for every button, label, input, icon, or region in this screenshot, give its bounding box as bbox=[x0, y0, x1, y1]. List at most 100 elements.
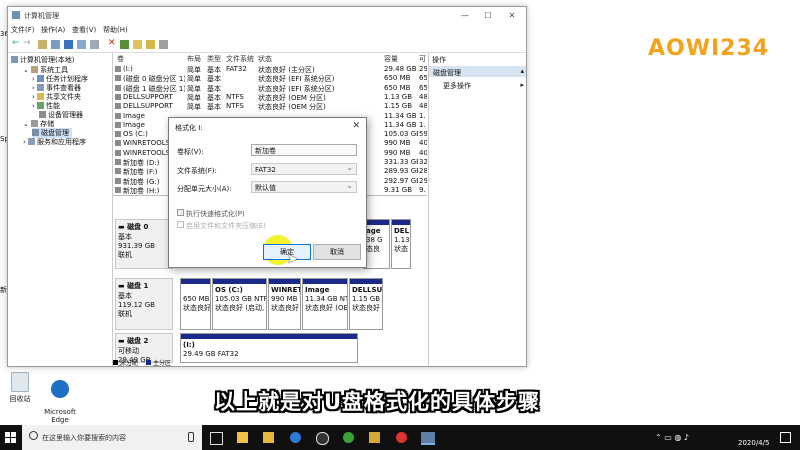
allocation-size-select[interactable]: 默认值 bbox=[251, 180, 357, 193]
folder-icon[interactable] bbox=[133, 40, 142, 49]
quick-format-checkbox[interactable]: 执行快速格式化(P) bbox=[177, 209, 245, 219]
help-icon[interactable] bbox=[64, 40, 73, 49]
file-system-select[interactable]: FAT32 bbox=[251, 162, 357, 175]
computer-management-taskbar-icon[interactable] bbox=[421, 432, 435, 445]
task-view-icon[interactable] bbox=[210, 432, 223, 445]
dialog-close-icon[interactable]: ✕ bbox=[352, 121, 360, 131]
tray-date[interactable]: 2020/4/5 bbox=[738, 439, 769, 447]
partition-line: 状态良好 bbox=[352, 304, 380, 312]
edge-taskbar-icon[interactable] bbox=[290, 432, 301, 443]
delete-icon[interactable]: ✕ bbox=[108, 38, 117, 48]
tools-icon bbox=[31, 66, 39, 73]
start-button[interactable] bbox=[5, 432, 16, 443]
menu-view[interactable]: 查看(V) bbox=[72, 25, 96, 35]
maximize-button[interactable]: ☐ bbox=[478, 10, 498, 21]
360-icon[interactable] bbox=[343, 432, 354, 443]
back-icon[interactable]: ← bbox=[12, 38, 21, 48]
properties-icon[interactable] bbox=[51, 40, 60, 49]
store-icon[interactable] bbox=[237, 432, 248, 443]
volume-cell-cap: 650 MB bbox=[384, 74, 411, 83]
volume-cell-free: 28 bbox=[419, 167, 427, 176]
more-actions[interactable]: 更多操作 ▸ bbox=[443, 81, 526, 91]
col-header-capacity[interactable]: 容量 bbox=[384, 54, 398, 64]
forward-icon[interactable]: → bbox=[23, 38, 32, 48]
disk-1-partition-efi[interactable]: 650 MB 状态良好 bbox=[180, 278, 211, 330]
disk-0-partition[interactable]: DEL 1.13 状态 bbox=[391, 219, 411, 269]
disk-0-label[interactable]: ▬ 磁盘 0 基本 931.39 GB 联机 bbox=[115, 219, 173, 269]
col-header-free[interactable]: 可 bbox=[419, 54, 426, 64]
col-header-fs[interactable]: 文件系统 bbox=[226, 54, 254, 64]
tree-item[interactable]: › 服务和应用程序 bbox=[23, 137, 86, 147]
window-title: 计算机管理 bbox=[24, 12, 59, 20]
drive-icon bbox=[115, 131, 121, 138]
drive-icon bbox=[115, 177, 121, 184]
record-icon[interactable] bbox=[396, 432, 407, 443]
disk-0-partition[interactable]: age 38 G 态良 bbox=[363, 219, 390, 269]
col-header-volume[interactable]: 卷 bbox=[117, 54, 124, 64]
partition-bar bbox=[303, 279, 347, 284]
menu-action[interactable]: 操作(A) bbox=[41, 25, 65, 35]
compression-checkbox[interactable]: 启用文件和文件夹压缩(E) bbox=[177, 221, 266, 231]
menu-help[interactable]: 帮助(H) bbox=[103, 25, 128, 35]
disk-2-name-text: 磁盘 2 bbox=[127, 337, 149, 345]
dialog-title: 格式化 I: bbox=[175, 124, 203, 132]
minimize-button[interactable]: — bbox=[455, 10, 475, 21]
menu-file[interactable]: 文件(F) bbox=[11, 25, 35, 35]
volume-cell-cap: 292.97 GB bbox=[384, 176, 418, 185]
clock-icon bbox=[37, 75, 45, 82]
actions-pane: 操作 磁盘管理 ▴ 更多操作 ▸ bbox=[428, 53, 526, 366]
view-icon[interactable] bbox=[77, 40, 86, 49]
disk-1-partition-os[interactable]: OS (C:)105.03 GB NTFS状态良好 (启动, 页面 bbox=[212, 278, 267, 330]
close-button[interactable]: ✕ bbox=[502, 10, 522, 21]
volume-cell-cap: 11.34 GB bbox=[384, 120, 417, 129]
volume-cell-free: 40 bbox=[419, 148, 427, 157]
notification-icon[interactable] bbox=[780, 432, 791, 443]
volume-cell-free: 1. bbox=[419, 120, 426, 129]
search-icon[interactable] bbox=[146, 40, 155, 49]
disk-1-partition-winre[interactable]: WINRET 990 MB I 状态良好 bbox=[268, 278, 301, 330]
windows-icon bbox=[5, 432, 16, 443]
legend-bar: 未分配 主分区 bbox=[113, 358, 427, 366]
desktop-icon-edge[interactable]: Microsoft Edge bbox=[40, 372, 80, 432]
more-actions-label: 更多操作 bbox=[443, 82, 471, 90]
disk-0-kind: 基本 bbox=[118, 233, 132, 241]
col-header-layout[interactable]: 布局 bbox=[187, 54, 201, 64]
taskbar-search-box[interactable]: 在这里输入你要搜索的内容 bbox=[22, 425, 202, 450]
desktop-icon-recycle-bin[interactable]: 回收站 bbox=[0, 372, 40, 404]
check-icon[interactable] bbox=[120, 40, 129, 49]
disk-1-kind: 基本 bbox=[118, 292, 132, 300]
qq-icon[interactable] bbox=[316, 432, 329, 445]
settings-icon[interactable] bbox=[159, 40, 168, 49]
tree-icon[interactable] bbox=[38, 40, 47, 49]
arrow-right-icon: ▸ bbox=[520, 81, 524, 89]
volume-cell-fs: FAT32 bbox=[226, 65, 247, 73]
partition-line: DELLSUF bbox=[352, 286, 383, 294]
disk-1-partition-image[interactable]: Image 11.34 GB NT 状态良好 (OE bbox=[302, 278, 348, 330]
disk-1-partition-dellsupport[interactable]: DELLSUF1.15 GB N状态良好 bbox=[349, 278, 383, 330]
drive-icon bbox=[115, 168, 121, 175]
volume-label-input[interactable]: 新加卷 bbox=[251, 144, 357, 156]
drive-icon bbox=[115, 93, 121, 100]
volume-cell-cap: 990 MB bbox=[384, 139, 411, 148]
tree-root[interactable]: 计算机管理(本地) bbox=[11, 55, 74, 65]
col-header-type[interactable]: 类型 bbox=[207, 54, 221, 64]
col-header-status[interactable]: 状态 bbox=[258, 54, 272, 64]
drive-icon bbox=[115, 75, 121, 82]
cancel-button[interactable]: 取消 bbox=[313, 244, 361, 260]
partition-bar bbox=[181, 279, 210, 284]
disk-1-label[interactable]: ▬ 磁盘 1 基本 119.12 GB 联机 bbox=[115, 278, 173, 330]
volume-cell-cap: 1.15 GB bbox=[384, 102, 413, 111]
edge-label: Microsoft Edge bbox=[44, 408, 76, 424]
checkbox-box bbox=[177, 209, 184, 216]
drive-icon bbox=[115, 66, 121, 72]
file-explorer-icon[interactable] bbox=[263, 432, 274, 443]
disk-icon[interactable] bbox=[90, 40, 99, 49]
explorer-icon[interactable] bbox=[369, 432, 380, 443]
tree-root-label: 计算机管理(本地) bbox=[20, 56, 75, 64]
tree-item-label: 系统工具 bbox=[40, 66, 69, 74]
volume-cell-free: 59 bbox=[419, 130, 427, 139]
partition-line: WINRET bbox=[271, 286, 301, 294]
partition-line: 1.13 bbox=[394, 236, 410, 244]
actions-section-label: 磁盘管理 bbox=[433, 69, 461, 77]
actions-section[interactable]: 磁盘管理 ▴ bbox=[429, 66, 526, 77]
